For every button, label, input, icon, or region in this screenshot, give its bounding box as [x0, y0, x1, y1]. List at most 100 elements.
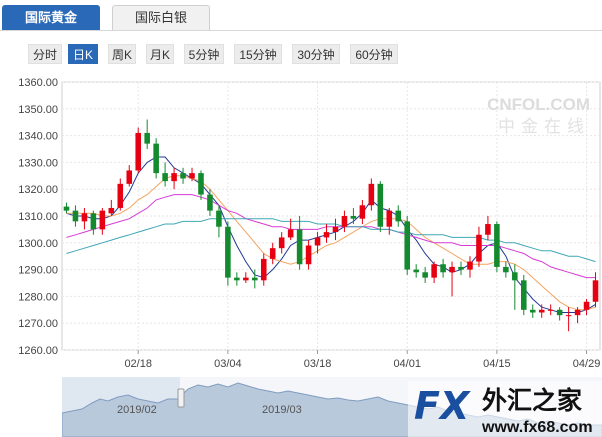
candle[interactable]	[386, 207, 393, 235]
candle[interactable]	[180, 167, 186, 184]
candle[interactable]	[458, 261, 464, 275]
candle[interactable]	[521, 274, 527, 316]
candle[interactable]	[359, 199, 366, 225]
y-tick-label: 1320.00	[18, 184, 58, 196]
tab-bar: 国际黄金 国际白银	[0, 0, 602, 31]
candle-body	[512, 272, 518, 281]
candle-body	[592, 280, 599, 302]
candle[interactable]	[225, 221, 231, 286]
candlestick-chart[interactable]: CNFOL.COM 中金在线 1360.00 1350.00 1340.00 1330…	[0, 70, 602, 377]
candle[interactable]	[135, 127, 141, 174]
period-button-15min[interactable]: 15分钟	[234, 44, 282, 64]
candle[interactable]	[467, 256, 473, 278]
candle[interactable]	[341, 210, 348, 233]
candle[interactable]	[162, 162, 168, 187]
candle[interactable]	[440, 258, 446, 278]
period-button-timeshare[interactable]: 分时	[28, 44, 62, 64]
candle[interactable]	[377, 181, 384, 233]
candle-body	[547, 309, 554, 311]
candle-body	[404, 221, 410, 270]
candle-body	[494, 224, 500, 267]
watermark-brand: CNFOL.COM	[487, 95, 590, 114]
candle-body	[117, 183, 124, 208]
logo-cn: 外汇之家	[482, 386, 582, 415]
candle[interactable]	[72, 205, 79, 227]
candle[interactable]	[332, 218, 339, 241]
logo-url: www.fx68.com	[481, 419, 593, 436]
candle-body	[565, 315, 572, 317]
candle[interactable]	[449, 261, 455, 297]
tab-silver[interactable]: 国际白银	[112, 5, 210, 30]
candle-body	[368, 183, 375, 206]
x-tick-label: 03/04	[214, 358, 242, 370]
candle-body	[243, 277, 249, 281]
y-tick-label: 1280.00	[18, 291, 58, 303]
candle[interactable]	[90, 210, 97, 235]
candle[interactable]	[565, 307, 572, 332]
candle-body	[350, 216, 357, 219]
y-tick-label: 1360.00	[18, 77, 58, 89]
candle[interactable]	[413, 264, 419, 278]
candle-body	[225, 226, 231, 278]
candle[interactable]	[350, 207, 357, 225]
candle[interactable]	[305, 240, 312, 270]
candle[interactable]	[547, 304, 554, 316]
watermark: CNFOL.COM 中金在线	[487, 95, 590, 137]
time-navigator[interactable]: 2019/02 2019/03 FX 外汇之家 www.fx68.com	[62, 377, 602, 437]
navigator-label-mar: 2019/03	[262, 404, 302, 416]
candle[interactable]	[260, 253, 267, 286]
candle[interactable]	[198, 170, 204, 200]
candle[interactable]	[171, 167, 177, 190]
candle[interactable]	[494, 221, 500, 273]
candle[interactable]	[207, 189, 213, 216]
y-axis: 1360.00 1350.00 1340.00 1330.00 1320.00 1310.…	[18, 77, 58, 357]
candle[interactable]	[476, 226, 482, 267]
y-tick-label: 1300.00	[18, 238, 58, 250]
candle-body	[449, 266, 455, 273]
candle[interactable]	[512, 264, 518, 310]
x-tick-label: 02/18	[124, 358, 152, 370]
period-button-monthly[interactable]: 月K	[146, 44, 174, 64]
candle[interactable]	[431, 261, 437, 283]
candle[interactable]	[368, 178, 375, 211]
candle[interactable]	[81, 207, 88, 230]
candle[interactable]	[117, 178, 124, 211]
candle-body	[476, 234, 482, 262]
candle-body	[583, 301, 590, 310]
period-button-weekly[interactable]: 周K	[108, 44, 136, 64]
candle[interactable]	[243, 272, 249, 283]
candle[interactable]	[153, 138, 159, 179]
candle[interactable]	[583, 299, 590, 316]
candle[interactable]	[278, 232, 285, 254]
candle-body	[440, 264, 446, 273]
logo-fx: FX	[414, 384, 471, 428]
period-button-daily[interactable]: 日K	[68, 44, 98, 64]
candle[interactable]	[538, 304, 545, 318]
y-tick-label: 1290.00	[18, 265, 58, 277]
candle[interactable]	[234, 272, 240, 286]
x-tick-label: 04/29	[573, 358, 601, 370]
x-tick-label: 04/01	[393, 358, 421, 370]
candle[interactable]	[503, 261, 509, 278]
candle[interactable]	[269, 242, 276, 265]
candle[interactable]	[99, 207, 106, 235]
candle[interactable]	[395, 205, 402, 227]
candle[interactable]	[144, 119, 150, 149]
candle[interactable]	[404, 216, 410, 275]
tab-gold[interactable]: 国际黄金	[2, 5, 100, 30]
candle[interactable]	[529, 304, 536, 318]
period-button-5min[interactable]: 5分钟	[184, 44, 224, 64]
candle[interactable]	[126, 165, 133, 187]
navigator-handle[interactable]	[177, 388, 185, 408]
candle-body	[359, 205, 366, 219]
candle[interactable]	[63, 202, 70, 214]
candle-body	[314, 237, 321, 246]
period-button-30min[interactable]: 30分钟	[292, 44, 340, 64]
candle[interactable]	[556, 307, 563, 321]
moving-average-lines	[66, 156, 596, 313]
period-button-60min[interactable]: 60分钟	[350, 44, 398, 64]
candle[interactable]	[485, 216, 491, 241]
y-tick-label: 1330.00	[18, 157, 58, 169]
candle[interactable]	[296, 216, 303, 270]
candle[interactable]	[314, 232, 321, 254]
